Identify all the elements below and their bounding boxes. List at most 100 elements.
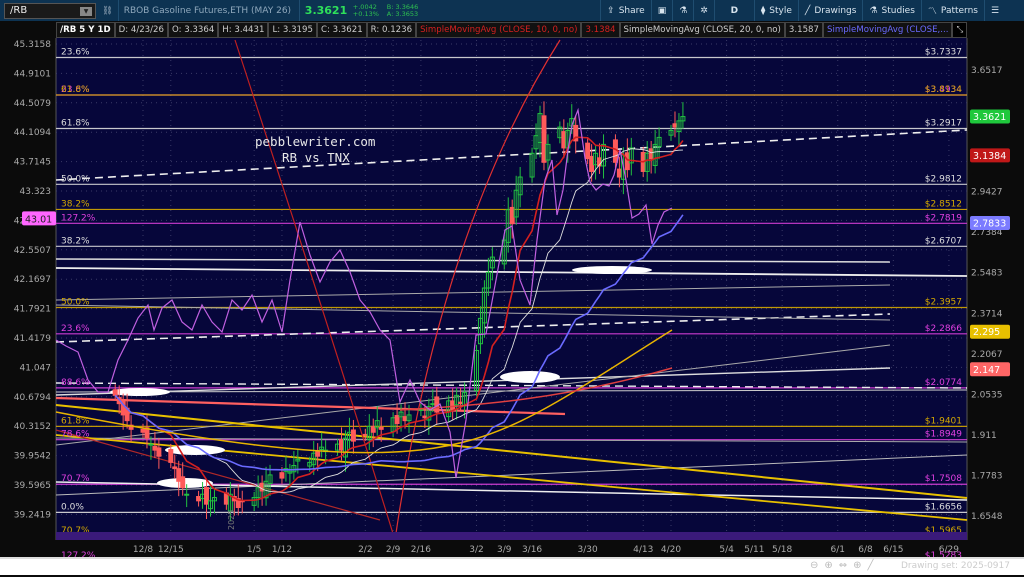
date-tick-label: 12/15 <box>158 545 184 555</box>
left-axis-tick: 43.323 <box>20 187 52 197</box>
annotation-title: RB vs TNX <box>282 150 350 165</box>
collapse-legend-icon[interactable]: ⤡ <box>952 22 968 38</box>
drawing-anchor-highlight[interactable] <box>572 266 652 274</box>
date-tick-label: 5/11 <box>744 545 764 555</box>
fib-price-label: $3.8134 <box>925 85 962 95</box>
legend-date: D: 4/23/26 <box>114 22 168 38</box>
fib-price-label: $2.0774 <box>925 378 962 388</box>
left-axis-tick: 42.1697 <box>14 275 51 285</box>
candle-body <box>648 148 654 160</box>
candle-body <box>180 476 186 489</box>
candle-body <box>339 439 344 451</box>
right-axis-tick: 3.6517 <box>971 66 1003 76</box>
fib-pct-label: 70.7% <box>61 474 90 484</box>
left-axis-tick: 41.047 <box>20 363 52 373</box>
legend-close: C: 3.3621 <box>316 22 367 38</box>
candle-body <box>196 495 202 502</box>
date-tick-label: 3/2 <box>469 545 483 555</box>
legend-sma50[interactable]: SimpleMovingAvg (CLOSE,... <box>822 22 953 38</box>
fib-pct-label: 88.6% <box>61 378 90 388</box>
annotation-site: pebblewriter.com <box>255 134 375 149</box>
legend-sma10[interactable]: SimpleMovingAvg (CLOSE, 10, 0, no) <box>416 22 582 38</box>
fib-pct-label: 127.2% <box>61 213 96 223</box>
date-tick-label: 6/15 <box>883 545 903 555</box>
drawing-anchor-highlight[interactable] <box>500 371 560 383</box>
right-axis-tick: 1.7783 <box>971 471 1003 481</box>
fib-price-label: $2.6707 <box>925 236 962 246</box>
legend-range: R: 0.1236 <box>366 22 417 38</box>
left-axis-tick: 40.6794 <box>14 393 51 403</box>
fib-price-label: $1.9401 <box>925 416 962 426</box>
candle-body <box>430 403 436 406</box>
legend-sma20-value: 3.1587 <box>784 22 823 38</box>
candle-body <box>672 123 678 128</box>
price-tag-text: 2.295 <box>973 327 1000 338</box>
date-tick-label: 1/12 <box>272 545 292 555</box>
fib-pct-label: 23.6% <box>61 324 90 334</box>
legend-high: H: 3.4431 <box>218 22 269 38</box>
price-tag-text: 3.1384 <box>973 151 1006 162</box>
candle-body <box>315 450 321 457</box>
right-axis-tick: 2.9427 <box>971 188 1003 198</box>
right-axis-tick: 2.2067 <box>971 350 1003 360</box>
fib-price-label: $2.2866 <box>925 324 962 334</box>
drawing-set-label[interactable]: Drawing set: 2025-0917 <box>901 561 1010 571</box>
date-tick-label: 2/2 <box>358 545 372 555</box>
candle-body <box>156 447 162 457</box>
left-axis-tick: 44.1094 <box>14 128 51 138</box>
candle-body <box>112 389 118 396</box>
candle-body <box>589 155 595 172</box>
fib-pct-label: 0.0% <box>61 502 84 512</box>
date-tick-label: 6/1 <box>831 545 845 555</box>
candle-body <box>422 415 428 419</box>
candle-body <box>402 416 408 422</box>
date-tick-label: 3/30 <box>578 545 598 555</box>
left-axis-tick: 44.5079 <box>14 99 51 109</box>
left-axis-tick: 39.2419 <box>14 510 51 520</box>
price-tag-text: 2.7833 <box>973 219 1006 230</box>
left-axis-tick: 39.9542 <box>14 452 51 462</box>
price-chart[interactable]: 12/8 12/15 1/5 1/12 2/2 2/9 2/16 3/2 3/9 3/16 3/30… <box>0 0 1024 577</box>
fib-pct-label: 61.8% <box>61 85 90 95</box>
candle-body <box>561 131 567 149</box>
right-axis-tick: 1.6548 <box>971 512 1003 522</box>
date-tick-label: 2/16 <box>411 545 431 555</box>
left-axis-tick: 41.7921 <box>14 305 51 315</box>
date-tick-label: 6/8 <box>858 545 873 555</box>
right-axis-tick: 2.3714 <box>971 309 1003 319</box>
fib-pct-label: 50.0% <box>61 298 90 308</box>
zoom-tools[interactable]: ⊖⊕⇔⊕╱ <box>810 560 880 571</box>
fib-pct-label: 78.6% <box>61 430 90 440</box>
year-marker: 2025 <box>227 510 236 530</box>
date-tick-label: 5/4 <box>719 545 734 555</box>
legend-low: L: 3.3195 <box>268 22 317 38</box>
candle-body <box>370 425 376 433</box>
candle-body <box>541 115 547 163</box>
date-tick-label: 2/9 <box>386 545 401 555</box>
legend-sma20[interactable]: SimpleMovingAvg (CLOSE, 20, 0, no) <box>619 22 785 38</box>
fib-price-label: $2.3957 <box>925 298 962 308</box>
fib-pct-label: 50.0% <box>61 174 90 184</box>
date-tick-label: 1/5 <box>247 545 261 555</box>
price-tag-text: 2.147 <box>973 365 1000 376</box>
left-axis-tick: 42.5507 <box>14 246 51 256</box>
fib-price-label: $1.7508 <box>925 474 962 484</box>
legend-open: O: 3.3364 <box>167 22 219 38</box>
candle-body <box>148 443 154 446</box>
fib-price-label: $3.7337 <box>925 47 962 57</box>
left-axis-tick: 41.4179 <box>14 334 51 344</box>
left-axis <box>0 38 56 558</box>
candle-body <box>172 466 178 470</box>
right-axis-tick: 2.5483 <box>971 269 1003 279</box>
volume-strip <box>56 532 967 540</box>
candle-body <box>585 142 591 160</box>
candle-body <box>350 429 356 442</box>
date-tick-label: 4/13 <box>633 545 653 555</box>
left-axis-tick: 44.9101 <box>14 69 51 79</box>
fib-price-label: $3.2917 <box>925 118 962 128</box>
candle-body <box>204 487 210 505</box>
date-tick-label: 3/16 <box>522 545 542 555</box>
candle-body <box>624 152 630 171</box>
candle-body <box>378 426 384 430</box>
date-tick-label: 4/20 <box>661 545 681 555</box>
